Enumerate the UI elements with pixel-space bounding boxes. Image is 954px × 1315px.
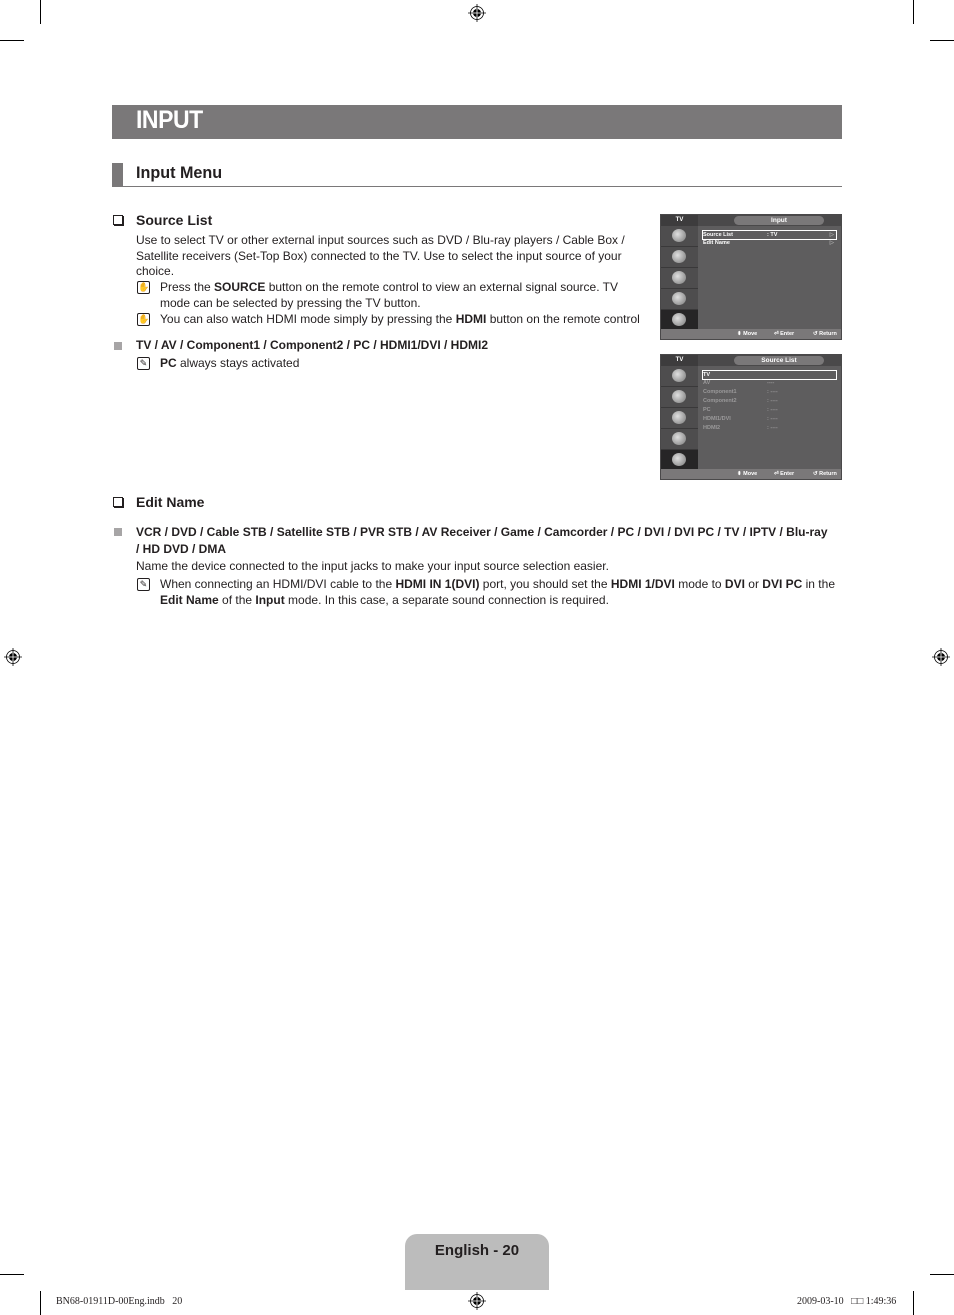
source-list-description: Use to select TV or other external input… — [136, 233, 625, 278]
osd-footer-enter: ⏎ Enter — [774, 331, 795, 337]
section-heading: Input Menu — [112, 163, 842, 187]
speaker-icon — [672, 250, 686, 263]
edit-name-heading: Edit Name — [136, 494, 205, 510]
satellite-dish-icon — [672, 271, 686, 284]
arrow-right-icon: ▷ — [829, 240, 834, 246]
crop-mark — [913, 0, 914, 24]
osd-input-item — [661, 450, 698, 470]
osd-source-row: HDMI1/DVI: ---- — [703, 416, 778, 422]
osd-sound-item — [661, 247, 698, 268]
registration-mark-icon — [468, 1292, 486, 1310]
timestamp-slug: 2009-03-10 □□ 1:49:36 — [797, 1296, 897, 1307]
crop-mark — [0, 40, 24, 41]
osd-sound-item — [661, 387, 698, 408]
osd-footer-return: ↺ Return — [813, 471, 837, 477]
page-number: English - 20 — [434, 1242, 520, 1259]
source-list-note-1: Press the SOURCE button on the remote co… — [160, 280, 619, 310]
osd-picture-item — [661, 366, 698, 387]
remote-note-icon: ✋ — [137, 281, 150, 294]
registration-mark-icon — [932, 648, 950, 666]
osd-footer: ⬍ Move ⏎ Enter ↺ Return — [661, 329, 841, 339]
osd-tv-tab: TV — [661, 215, 698, 226]
osd-title: Input — [734, 216, 824, 225]
satellite-dish-icon — [672, 411, 686, 424]
square-bullet-icon — [114, 342, 122, 350]
registration-mark-icon — [468, 4, 486, 22]
section-title: Input Menu — [136, 163, 223, 182]
osd-footer-enter: ⏎ Enter — [774, 471, 795, 477]
arrow-right-icon: ▷ — [829, 232, 834, 238]
osd-input-item — [661, 310, 698, 330]
osd-picture-item — [661, 226, 698, 247]
osd-input-menu: TV Input Source List : TV ▷ Edit Name ▷ … — [660, 214, 842, 340]
osd-tv-tab: TV — [661, 355, 698, 366]
input-plug-icon — [672, 453, 686, 466]
source-list-note-2: You can also watch HDMI mode simply by p… — [160, 312, 640, 326]
crop-mark — [0, 1274, 24, 1275]
edit-name-options: VCR / DVD / Cable STB / Satellite STB / … — [136, 525, 828, 556]
edit-name-description: Name the device connected to the input j… — [136, 559, 609, 573]
registration-mark-icon — [4, 648, 22, 666]
osd-source-row: Component2: ---- — [703, 398, 778, 404]
osd-footer-move: ⬍ Move — [737, 331, 758, 337]
section-heading-bar — [112, 163, 123, 186]
source-options-note: PC always stays activated — [160, 356, 300, 370]
osd-setup-item — [661, 429, 698, 450]
osd-footer: ⬍ Move ⏎ Enter ↺ Return — [661, 469, 841, 479]
source-list-heading: Source List — [136, 212, 213, 228]
pencil-note-icon: ✎ — [137, 578, 150, 591]
speaker-icon — [672, 390, 686, 403]
crop-mark — [40, 1291, 41, 1315]
gear-icon — [672, 432, 686, 445]
osd-source-row: PC: ---- — [703, 407, 778, 413]
osd-sidebar — [661, 226, 698, 330]
pencil-note-icon: ✎ — [137, 357, 150, 370]
osd-sidebar — [661, 366, 698, 470]
osd-footer-move: ⬍ Move — [737, 471, 758, 477]
edit-name-note: When connecting an HDMI/DVI cable to the… — [160, 577, 835, 607]
square-bullet-icon — [114, 528, 122, 536]
crop-mark — [40, 0, 41, 24]
osd-source-row: AV ---- — [703, 380, 775, 386]
page-number-tab: English - 20 — [405, 1234, 549, 1290]
picture-icon — [672, 369, 686, 382]
osd-setup-item — [661, 289, 698, 310]
osd-source-row: Component1: ---- — [703, 389, 778, 395]
osd-source-list: TV Source List TV AV ---- Component1: ---… — [660, 354, 842, 480]
page-title-bar: INPUT — [112, 105, 842, 139]
source-options-line: TV / AV / Component1 / Component2 / PC /… — [136, 338, 489, 352]
crop-mark — [930, 40, 954, 41]
input-plug-icon — [672, 313, 686, 326]
picture-icon — [672, 229, 686, 242]
checkbox-bullet-icon — [113, 497, 123, 507]
osd-footer-return: ↺ Return — [813, 331, 837, 337]
checkbox-bullet-icon — [113, 215, 123, 225]
crop-mark — [930, 1274, 954, 1275]
osd-channel-item — [661, 408, 698, 429]
osd-channel-item — [661, 268, 698, 289]
osd-row-edit-name: Edit Name ▷ — [703, 240, 834, 246]
page-title: INPUT — [136, 106, 203, 134]
crop-mark — [913, 1291, 914, 1315]
gear-icon — [672, 292, 686, 305]
osd-source-row: HDMI2: ---- — [703, 425, 778, 431]
osd-title: Source List — [734, 356, 824, 365]
file-slug: BN68-01911D-00Eng.indb 20 — [56, 1296, 183, 1307]
remote-note-icon: ✋ — [137, 313, 150, 326]
